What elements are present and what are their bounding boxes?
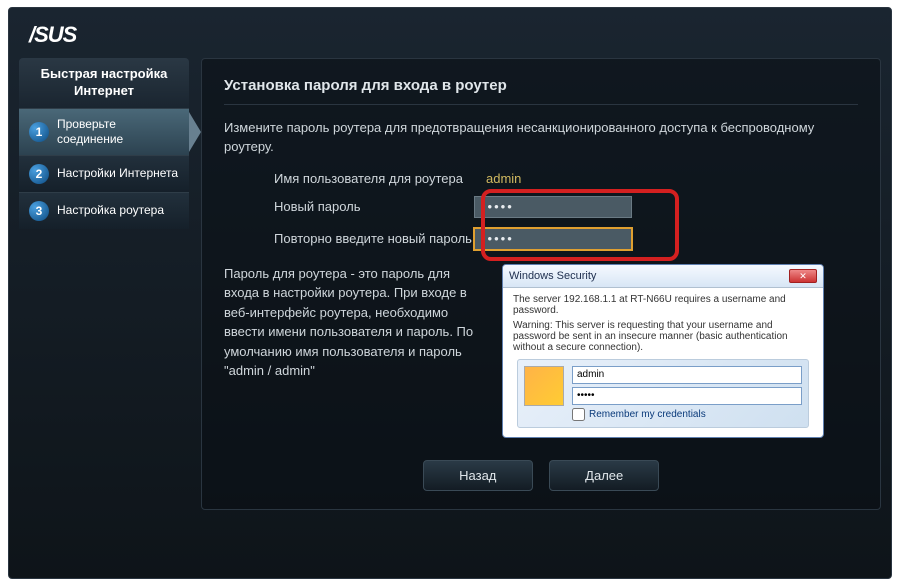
step-label: Настройки Интернета [57,166,178,181]
asus-logo: /SUS [29,22,76,47]
divider [224,104,858,105]
step-number-icon: 1 [29,122,49,142]
confirm-password-input[interactable] [474,228,632,250]
dialog-title: Windows Security [509,270,789,282]
remember-label: Remember my credentials [589,409,706,420]
dialog-username-input[interactable] [572,366,802,384]
wizard-step-internet-settings[interactable]: 2 Настройки Интернета [19,155,189,192]
main-panel: Установка пароля для входа в роутер Изме… [201,58,881,510]
step-label: Настройка роутера [57,203,164,218]
step-number-icon: 2 [29,164,49,184]
credentials-form: Имя пользователя для роутера admin Новый… [224,171,858,250]
dialog-message: The server 192.168.1.1 at RT-N66U requir… [513,294,813,316]
windows-security-dialog: Windows Security ✕ The server 192.168.1.… [502,264,824,438]
sidebar-title: Быстрая настройка Интернет [19,58,189,108]
remember-checkbox-input[interactable] [572,408,585,421]
close-icon[interactable]: ✕ [789,269,817,283]
confirm-password-label: Повторно введите новый пароль [224,231,474,246]
new-password-input[interactable] [474,196,632,218]
dialog-warning: Warning: This server is requesting that … [513,320,813,353]
wizard-step-check-connection[interactable]: 1 Проверьте соединение [19,108,189,155]
next-button[interactable]: Далее [549,460,659,491]
step-number-icon: 3 [29,201,49,221]
dialog-titlebar: Windows Security ✕ [503,265,823,288]
header: /SUS [19,18,881,58]
help-text: Пароль для роутера - это пароль для вход… [224,264,484,381]
wizard-sidebar: Быстрая настройка Интернет 1 Проверьте с… [19,58,189,510]
page-title: Установка пароля для входа в роутер [224,77,858,94]
credentials-box: Remember my credentials [517,359,809,428]
wizard-step-router-settings[interactable]: 3 Настройка роутера [19,192,189,229]
avatar-icon [524,366,564,406]
description-text: Измените пароль роутера для предотвращен… [224,119,858,157]
router-admin-window: /SUS Быстрая настройка Интернет 1 Провер… [8,7,892,579]
dialog-password-input[interactable] [572,387,802,405]
username-value: admin [474,171,521,186]
step-label: Проверьте соединение [57,117,179,147]
remember-checkbox[interactable]: Remember my credentials [572,408,802,421]
new-password-label: Новый пароль [224,199,474,214]
username-label: Имя пользователя для роутера [224,171,474,186]
wizard-actions: Назад Далее [224,460,858,491]
back-button[interactable]: Назад [423,460,533,491]
